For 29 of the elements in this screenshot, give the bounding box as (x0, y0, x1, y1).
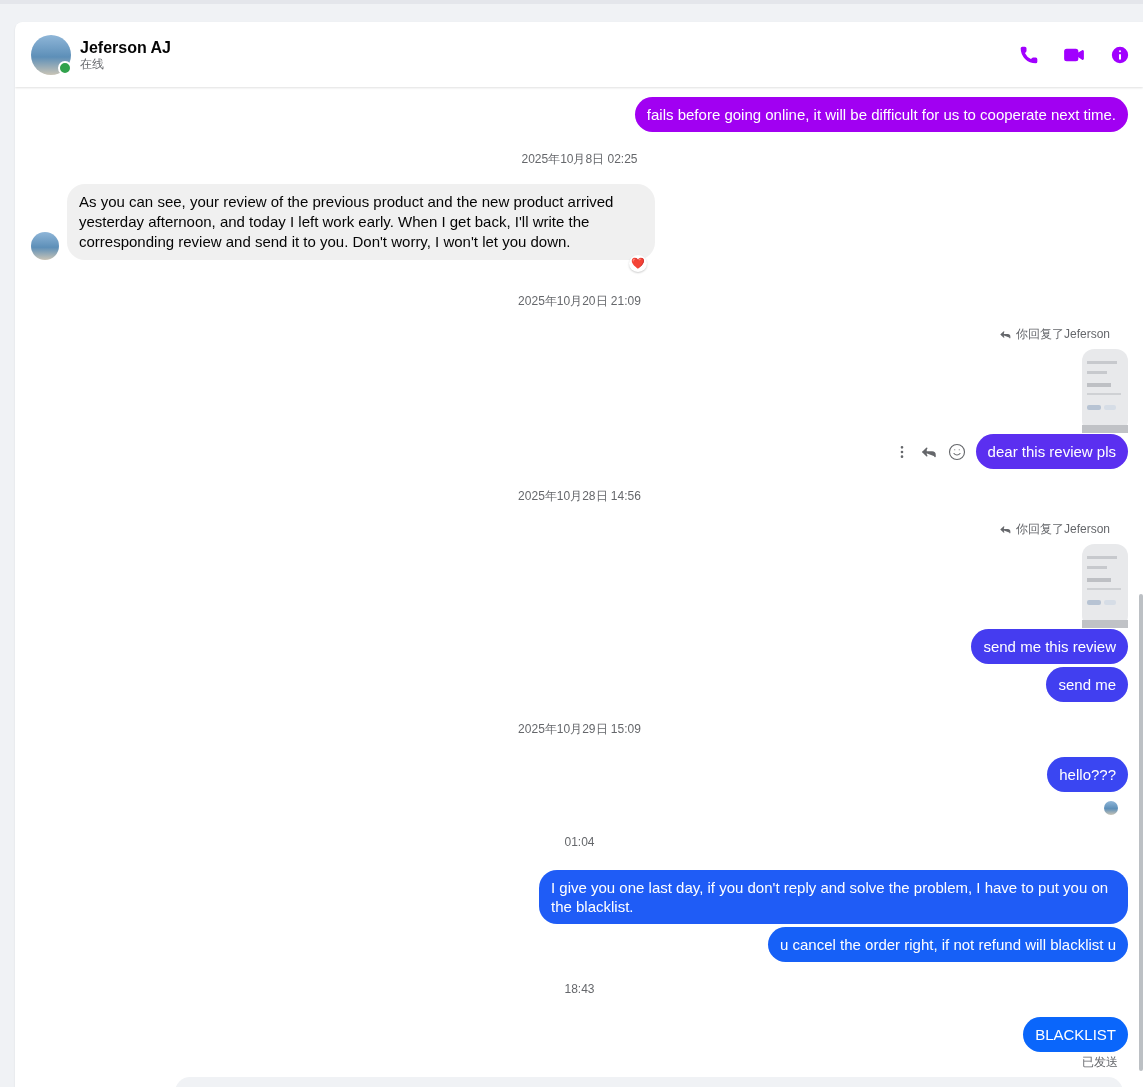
reply-icon (998, 328, 1012, 341)
timestamp: 2025年10月28日 14:56 (518, 488, 641, 505)
sent-message[interactable]: send me this review (971, 629, 1128, 664)
timestamp: 2025年10月8日 02:25 (521, 151, 638, 168)
sent-message[interactable]: dear this review pls (975, 434, 1128, 469)
sent-message[interactable]: u cancel the order right, if not refund will blacklist u (768, 927, 1128, 962)
phone-icon[interactable] (1019, 44, 1039, 65)
scrollbar[interactable] (1139, 594, 1143, 1071)
sent-message[interactable]: I give you one last day, if you don't reply and solve the problem, I have to put you on the blacklist. (539, 870, 1128, 924)
avatar (31, 232, 59, 260)
contact-name: Jeferson AJ (80, 37, 172, 57)
timestamp: 2025年10月29日 15:09 (518, 721, 641, 738)
contact-status: 在线 (80, 56, 105, 72)
reply-icon (998, 523, 1012, 536)
timestamp: 2025年10月20日 21:09 (518, 293, 641, 310)
reaction[interactable]: ❤ (629, 255, 647, 272)
sent-message[interactable]: fails before going online, it will be difficult for us to cooperate next time. (634, 97, 1128, 132)
sent-message[interactable]: BLACKLIST (1023, 1017, 1128, 1052)
info-icon[interactable] (1109, 43, 1131, 66)
avatar[interactable] (31, 34, 71, 75)
sent-message[interactable]: hello??? (1047, 757, 1128, 792)
reply-label: 你回复了Jeferson (1015, 521, 1110, 538)
sent-status: 已发送 (1082, 1054, 1118, 1071)
timestamp: 18:43 (564, 981, 595, 998)
smiley-icon[interactable] (947, 442, 966, 461)
sent-message[interactable]: send me (1046, 667, 1128, 702)
reply-label: 你回复了Jeferson (1015, 326, 1110, 343)
seen-avatar (1104, 801, 1118, 815)
timestamp: 01:04 (564, 834, 595, 851)
